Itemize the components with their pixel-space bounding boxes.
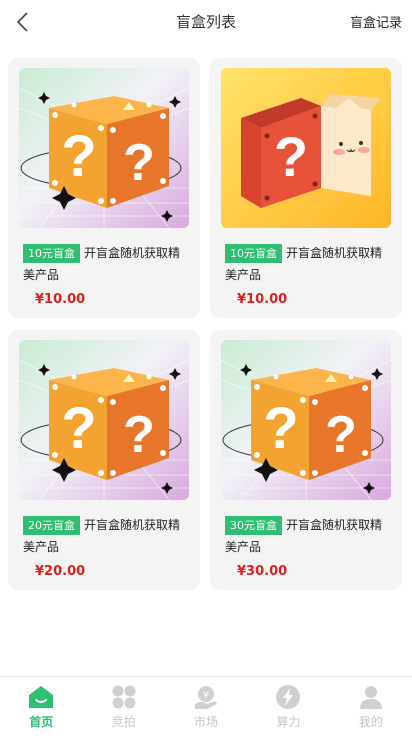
tab-market[interactable]: ¥ 市场 (165, 677, 247, 736)
product-info: 10元盲盒 开盲盒随机获取精美产品 (225, 242, 393, 286)
product-price: ¥20.00 (35, 564, 86, 579)
product-price: ¥10.00 (35, 292, 86, 307)
tab-label: 我的 (358, 715, 383, 729)
records-link[interactable]: 盲盒记录 (350, 12, 402, 31)
product-price: ¥10.00 (237, 292, 288, 307)
tab-label: 竞拍 (111, 715, 136, 729)
blind-box-list-page: 盲盒列表 盲盒记录 10元盲盒 开盲盒随机获取精美产品 ¥10.00 10元盲盒开… (0, 0, 412, 736)
svg-text:¥: ¥ (203, 690, 209, 701)
product-card[interactable]: 10元盲盒 开盲盒随机获取精美产品 ¥10.00 (210, 58, 402, 318)
product-price: ¥30.00 (237, 564, 288, 579)
price-tag: 10元盲盒 (23, 244, 80, 263)
grid-icon (112, 685, 136, 709)
home-icon (29, 686, 54, 708)
user-icon (359, 686, 382, 709)
market-icon: ¥ (195, 686, 218, 709)
tab-label: 市场 (194, 715, 219, 729)
header: 盲盒列表 盲盒记录 (0, 0, 412, 44)
tab-label: 算力 (276, 715, 301, 729)
tab-profile[interactable]: 我的 (330, 677, 412, 736)
product-grid: 10元盲盒 开盲盒随机获取精美产品 ¥10.00 10元盲盒 开盲盒随机获取精美产品… (8, 58, 404, 590)
price-tag: 30元盲盒 (225, 516, 282, 535)
product-card[interactable]: 30元盲盒 开盲盒随机获取精美产品 ¥30.00 (210, 330, 402, 590)
price-tag: 10元盲盒 (225, 244, 282, 263)
lightning-icon (276, 685, 301, 709)
bottom-tab-bar: 首页 竞拍 ¥ 市场 算力 我的 (0, 676, 412, 736)
product-card[interactable]: 10元盲盒 开盲盒随机获取精美产品 ¥10.00 (8, 58, 200, 318)
product-card[interactable]: 20元盲盒 开盲盒随机获取精美产品 ¥20.00 (8, 330, 200, 590)
product-info: 30元盲盒 开盲盒随机获取精美产品 (225, 514, 393, 558)
tab-auction[interactable]: 竞拍 (82, 677, 164, 736)
tab-home[interactable]: 首页 (0, 677, 82, 736)
tab-power[interactable]: 算力 (247, 677, 329, 736)
tab-label: 首页 (29, 715, 54, 729)
question-box-image (19, 340, 189, 500)
cat-box-image (221, 68, 391, 228)
product-info: 10元盲盒 开盲盒随机获取精美产品 (23, 242, 191, 286)
question-box-image (19, 68, 189, 228)
price-tag: 20元盲盒 (23, 516, 80, 535)
question-box-image (221, 340, 391, 500)
product-info: 20元盲盒 开盲盒随机获取精美产品 (23, 514, 191, 558)
